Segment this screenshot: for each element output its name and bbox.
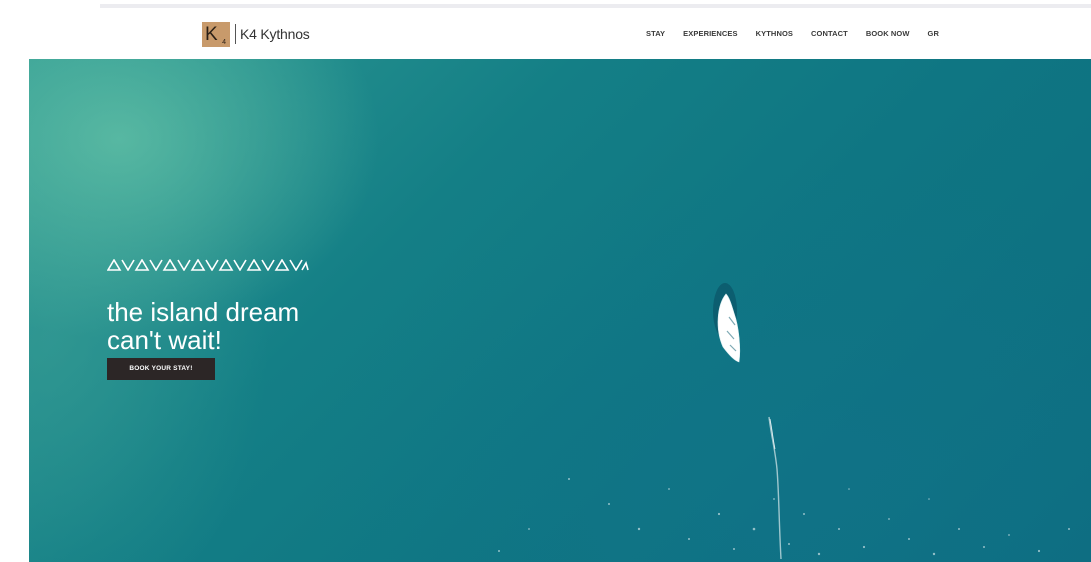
hero-title: the island dream can't wait! [107,298,367,354]
logo-name: K4 Kythnos [240,26,310,42]
nav-item-language-gr[interactable]: GR [928,29,939,38]
logo-mark: K 4 [202,21,230,47]
zigzag-ornament-icon [107,259,309,271]
logo-letter: K [205,23,218,45]
hero-title-line-1: the island dream [107,297,300,328]
boat-icon [713,283,782,560]
main-nav: STAY EXPERIENCES KYTHNOS CONTACT BOOK NO… [646,29,957,38]
page: K 4 K4 Kythnos STAY EXPERIENCES KYTHNOS … [0,0,1091,562]
browser-top-strip [100,4,1091,8]
book-your-stay-button[interactable]: BOOK YOUR STAY! [107,358,215,380]
site-header: K 4 K4 Kythnos STAY EXPERIENCES KYTHNOS … [29,9,1091,59]
logo-subscript: 4 [222,38,226,46]
logo-link[interactable]: K 4 K4 Kythnos [202,21,310,47]
hero-title-line-2: can't wait! [107,325,222,356]
nav-item-contact[interactable]: CONTACT [811,29,848,38]
nav-item-kythnos[interactable]: KYTHNOS [756,29,793,38]
hero-section: the island dream can't wait! BOOK YOUR S… [29,59,1091,562]
logo-divider [235,24,236,44]
nav-item-stay[interactable]: STAY [646,29,665,38]
nav-item-book-now[interactable]: BOOK NOW [866,29,910,38]
nav-item-experiences[interactable]: EXPERIENCES [683,29,737,38]
